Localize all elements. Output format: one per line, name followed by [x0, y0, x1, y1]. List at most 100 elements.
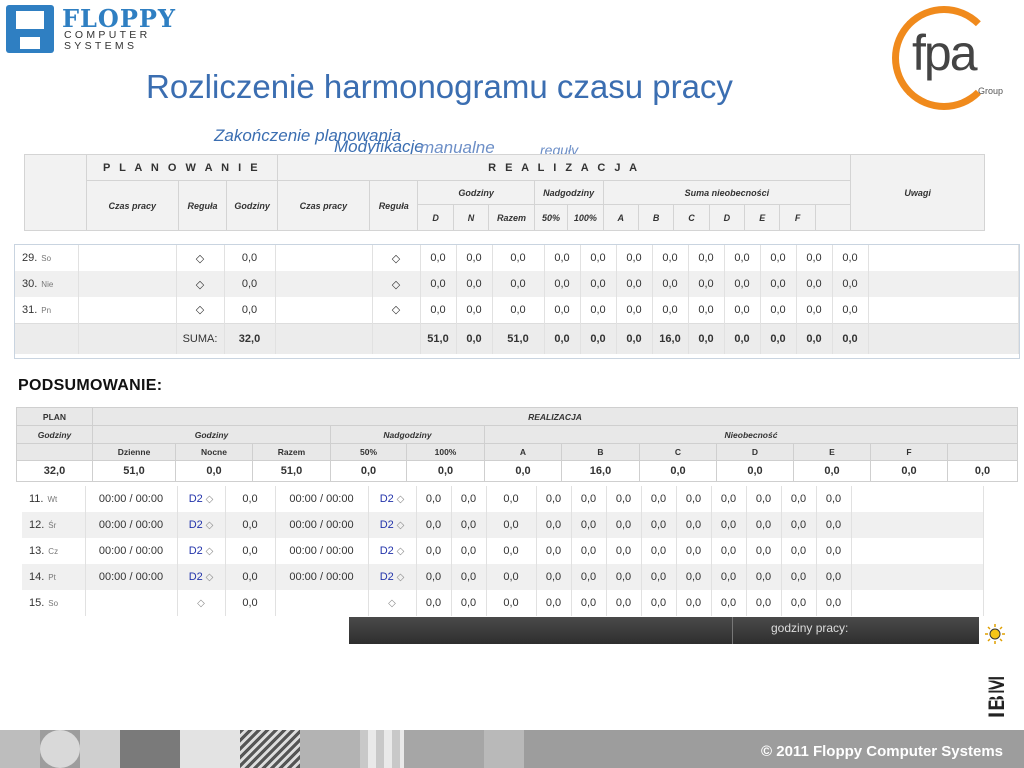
table-row[interactable]: 12. Śr 00:00 / 00:00 D2 ◇ 0,0 00:00 / 00:00 D2… — [22, 512, 984, 538]
diamond-icon[interactable]: ◇ — [372, 297, 421, 323]
diamond-icon[interactable]: ◇ — [394, 572, 405, 583]
day-label: 31. Pn — [15, 297, 79, 323]
value-cell: 0,0 — [816, 512, 852, 538]
value-cell: 0,0 — [641, 564, 677, 590]
day-label: 15. So — [22, 590, 86, 616]
diamond-icon[interactable]: ◇ — [203, 520, 214, 531]
suma-value: 0,0 — [688, 322, 725, 354]
footer-stripe — [40, 730, 80, 768]
czas-pracy-cell — [78, 297, 177, 323]
value-cell: 0,0 — [816, 564, 852, 590]
summary-d: D — [716, 443, 794, 461]
regula-cell: D2 ◇ — [177, 486, 226, 512]
regula-cell: ◇ — [177, 590, 226, 616]
value-cell: 0,0 — [486, 538, 537, 564]
diamond-icon[interactable]: ◇ — [176, 245, 225, 271]
summary-value-cell: 16,0 — [561, 460, 640, 482]
czas-pracy-real-cell — [275, 297, 373, 323]
table-row[interactable]: 11. Wt 00:00 / 00:00 D2 ◇ 0,0 00:00 / 00:00 D2… — [22, 486, 984, 512]
table-row[interactable]: 31. Pn ◇ 0,0 ◇ 0,0 0,0 0,0 0,0 0,0 0,0 0,0 0,0 0,0 0,0… — [15, 297, 1019, 323]
value-cell: 0,0 — [420, 271, 457, 297]
table-row[interactable]: 30. Nie ◇ 0,0 ◇ 0,0 0,0 0,0 0,0 0,0 0,0 0,0 0,0 0,0 0,… — [15, 271, 1019, 297]
czas-pracy-real-cell: 00:00 / 00:00 — [275, 538, 369, 564]
header-day-col — [24, 154, 87, 231]
value-cell: 0,0 — [652, 245, 689, 271]
summary-100: 100% — [406, 443, 485, 461]
header-regula-real: Reguła — [368, 180, 419, 231]
czas-pracy-real-cell: 00:00 / 00:00 — [275, 486, 369, 512]
value-cell: 0,0 — [492, 245, 545, 271]
fpa-logo: fpa Group — [892, 6, 1012, 112]
value-cell: 0,0 — [456, 271, 493, 297]
czas-pracy-cell: 00:00 / 00:00 — [85, 538, 178, 564]
value-cell: 0,0 — [451, 512, 487, 538]
day-label: 12. Śr — [22, 512, 86, 538]
diamond-icon[interactable]: ◇ — [203, 572, 214, 583]
czas-pracy-real-cell — [275, 590, 369, 616]
table-row[interactable]: 13. Cz 00:00 / 00:00 D2 ◇ 0,0 00:00 / 00:00 D2… — [22, 538, 984, 564]
value-cell: 0,0 — [456, 297, 493, 323]
fpa-logo-word: fpa — [912, 25, 978, 81]
table-row[interactable]: 29. So ◇ 0,0 ◇ 0,0 0,0 0,0 0,0 0,0 0,0 0,0 0,0 0,0 0,0… — [15, 245, 1019, 271]
value-cell: 0,0 — [676, 486, 712, 512]
table-row[interactable]: 14. Pt 00:00 / 00:00 D2 ◇ 0,0 00:00 / 00:00 D2… — [22, 564, 984, 590]
day-weekday: Pt — [48, 573, 56, 582]
diamond-icon[interactable]: ◇ — [372, 245, 421, 271]
regula-cell: D2 ◇ — [177, 512, 226, 538]
diamond-icon[interactable]: ◇ — [203, 494, 214, 505]
value-cell: 0,0 — [486, 564, 537, 590]
header-suma-nieobecnosci: Suma nieobecności — [602, 180, 852, 205]
uwagi-cell — [851, 512, 984, 538]
diamond-icon[interactable]: ◇ — [394, 520, 405, 531]
diamond-icon[interactable]: ◇ — [203, 546, 214, 557]
suma-value: 0,0 — [616, 322, 653, 354]
value-cell: 0,0 — [416, 486, 452, 512]
suma-blank — [15, 322, 79, 354]
diamond-icon[interactable]: ◇ — [197, 598, 205, 609]
suma-value: 16,0 — [652, 322, 689, 354]
czas-pracy-real-cell — [275, 245, 373, 271]
value-cell: 0,0 — [711, 486, 747, 512]
summary-f: F — [870, 443, 948, 461]
summary-value-cell: 51,0 — [252, 460, 331, 482]
value-cell: 0,0 — [724, 271, 761, 297]
suma-blank — [78, 322, 177, 354]
summary-value-cell: 0,0 — [716, 460, 794, 482]
suma-value: 0,0 — [832, 322, 869, 354]
summary-values-row: 32,0 51,0 0,0 51,0 0,0 0,0 0,0 16,0 0,0 0,0 0,0 0,0… — [16, 460, 1018, 482]
value-cell: 0,0 — [416, 538, 452, 564]
summary-blank — [16, 443, 93, 461]
diamond-icon[interactable]: ◇ — [394, 494, 405, 505]
regula-code: D2 — [188, 545, 203, 557]
footer-stripe — [80, 730, 120, 768]
value-cell: 0,0 — [676, 590, 712, 616]
uwagi-cell — [851, 486, 984, 512]
table-row[interactable]: 15. So ◇ 0,0 ◇ 0,0 0,0 0,0 0,0 0,0 0,0 0,0 0,0 0,0 0… — [22, 590, 984, 616]
value-cell: 0,0 — [724, 245, 761, 271]
value-cell: 0,0 — [781, 564, 817, 590]
value-cell: 0,0 — [616, 245, 653, 271]
diamond-icon[interactable]: ◇ — [176, 271, 225, 297]
value-cell: 0,0 — [571, 486, 607, 512]
diamond-icon[interactable]: ◇ — [394, 546, 405, 557]
value-cell: 0,0 — [492, 297, 545, 323]
summary-c: C — [639, 443, 717, 461]
value-cell: 0,0 — [796, 297, 833, 323]
header-planowanie: P L A N O W A N I E — [85, 154, 278, 181]
summary-value-cell: 0,0 — [870, 460, 948, 482]
ibm-sun-icon — [985, 624, 1005, 644]
czas-pracy-real-cell — [275, 271, 373, 297]
czas-pracy-real-cell: 00:00 / 00:00 — [275, 564, 369, 590]
diamond-icon[interactable]: ◇ — [388, 598, 396, 609]
day-number: 29. — [22, 252, 38, 264]
summary-value-cell: 0,0 — [175, 460, 253, 482]
suma-value: 51,0 — [492, 322, 545, 354]
footer-stripe — [120, 730, 180, 768]
value-cell: 0,0 — [580, 297, 617, 323]
summary-godziny-header: Godziny — [92, 425, 331, 444]
day-number: 14. — [29, 571, 45, 583]
diamond-icon[interactable]: ◇ — [176, 297, 225, 323]
summary-dzienne: Dzienne — [92, 443, 176, 461]
diamond-icon[interactable]: ◇ — [372, 271, 421, 297]
value-cell: 0,0 — [451, 590, 487, 616]
